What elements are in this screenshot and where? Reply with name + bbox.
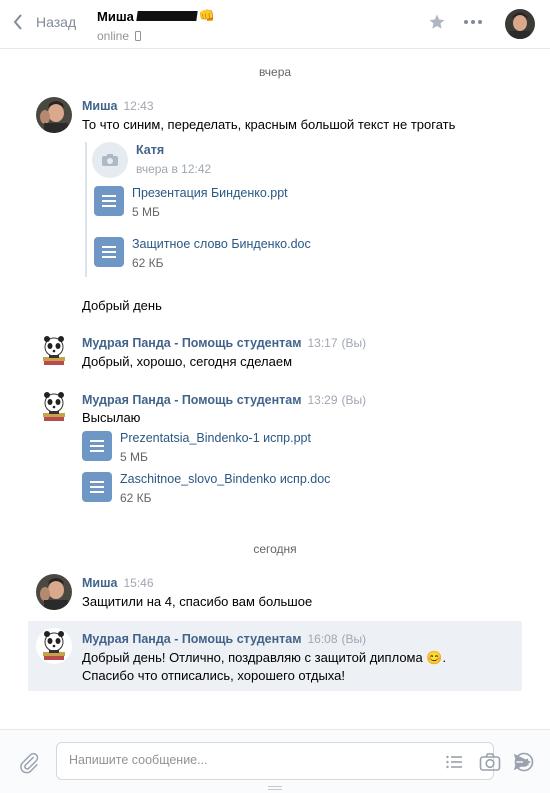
you-label: (Вы) [341, 393, 367, 407]
avatar[interactable] [36, 97, 72, 133]
document-name[interactable]: Prezentatsia_Bindenko-1 испр.ppt [120, 431, 311, 445]
avatar[interactable] [505, 9, 535, 39]
message-author[interactable]: Мудрая Панда - Помощь студентам 16:08 (Вы) [82, 632, 366, 646]
message-input-box[interactable] [56, 742, 534, 780]
forwarded-author[interactable]: Катя [136, 143, 164, 157]
back-button[interactable]: Назад [12, 13, 76, 31]
document-attachment[interactable]: Презентация Бинденко.ppt 5 МБ [94, 186, 288, 219]
document-icon [94, 237, 124, 267]
paperclip-icon[interactable] [18, 752, 40, 774]
mobile-icon [135, 31, 142, 41]
date-separator: вчера [258, 65, 292, 79]
message-composer [0, 729, 550, 793]
camera-icon[interactable] [479, 752, 501, 772]
document-icon [82, 472, 112, 502]
document-attachment[interactable]: Prezentatsia_Bindenko-1 испр.ppt 5 МБ [82, 431, 311, 464]
peer-name: Миша [97, 8, 134, 24]
document-attachment[interactable]: Защитное слово Бинденко.doc 62 КБ [94, 237, 311, 270]
template-list-icon[interactable] [445, 753, 463, 771]
document-name[interactable]: Zaschitnoe_slovo_Bindenko испр.doc [120, 472, 330, 486]
back-label: Назад [36, 14, 77, 30]
document-size: 5 МБ [132, 205, 160, 219]
message-text: Добрый день! Отлично, поздравляю с защит… [82, 650, 447, 665]
message-author[interactable]: Миша 15:46 [82, 576, 154, 590]
document-size: 5 МБ [120, 450, 148, 464]
message-time: 15:46 [123, 576, 154, 590]
document-name[interactable]: Презентация Бинденко.ppt [132, 186, 288, 200]
message-author[interactable]: Мудрая Панда - Помощь студентам 13:17 (Вы) [82, 336, 366, 350]
forwarded-time: вчера в 12:42 [136, 162, 212, 176]
message-text: Добрый, хорошо, сегодня сделаем [82, 354, 293, 369]
more-icon[interactable] [464, 20, 482, 24]
you-label: (Вы) [341, 336, 367, 350]
peer-status: online [97, 29, 130, 43]
camera-icon [102, 154, 118, 166]
message-time: 13:17 [307, 336, 338, 350]
forward-bar [85, 142, 87, 277]
message-text: Добрый день [82, 298, 162, 313]
chat-header: Назад Миша 👊 online [0, 0, 550, 49]
message-author[interactable]: Мудрая Панда - Помощь студентам 13:29 (Вы) [82, 393, 366, 407]
message-author[interactable]: Миша 12:43 [82, 99, 154, 113]
panda-avatar[interactable] [36, 628, 72, 664]
fist-emoji: 👊 [198, 8, 216, 23]
date-separator: сегодня [253, 542, 297, 556]
message-text: Высылаю [82, 410, 141, 425]
message-time: 16:08 [307, 632, 338, 646]
document-name[interactable]: Защитное слово Бинденко.doc [132, 237, 311, 251]
resize-grip[interactable] [268, 786, 282, 792]
peer-info[interactable]: Миша 👊 online [97, 8, 215, 43]
you-label: (Вы) [341, 632, 367, 646]
message-text: То что синим, переделать, красным большо… [82, 117, 456, 132]
document-size: 62 КБ [120, 491, 152, 505]
message-time: 12:43 [123, 99, 154, 113]
document-icon [82, 431, 112, 461]
message-time: 13:29 [307, 393, 338, 407]
document-icon [94, 186, 124, 216]
document-attachment[interactable]: Zaschitnoe_slovo_Bindenko испр.doc 62 КБ [82, 472, 330, 505]
send-icon[interactable] [511, 751, 533, 773]
redacted-surname [136, 11, 198, 21]
message-input[interactable] [69, 753, 369, 767]
avatar[interactable] [36, 574, 72, 610]
message-text: Защитили на 4, спасибо вам большое [82, 594, 313, 609]
message-text: Спасибо что отписались, хорошего отдыха! [82, 668, 345, 683]
panda-avatar[interactable] [36, 333, 72, 369]
document-size: 62 КБ [132, 256, 164, 270]
star-icon[interactable] [428, 13, 446, 31]
panda-avatar[interactable] [36, 389, 72, 425]
camera-placeholder-avatar[interactable] [92, 142, 128, 178]
chevron-left-icon [13, 14, 22, 30]
